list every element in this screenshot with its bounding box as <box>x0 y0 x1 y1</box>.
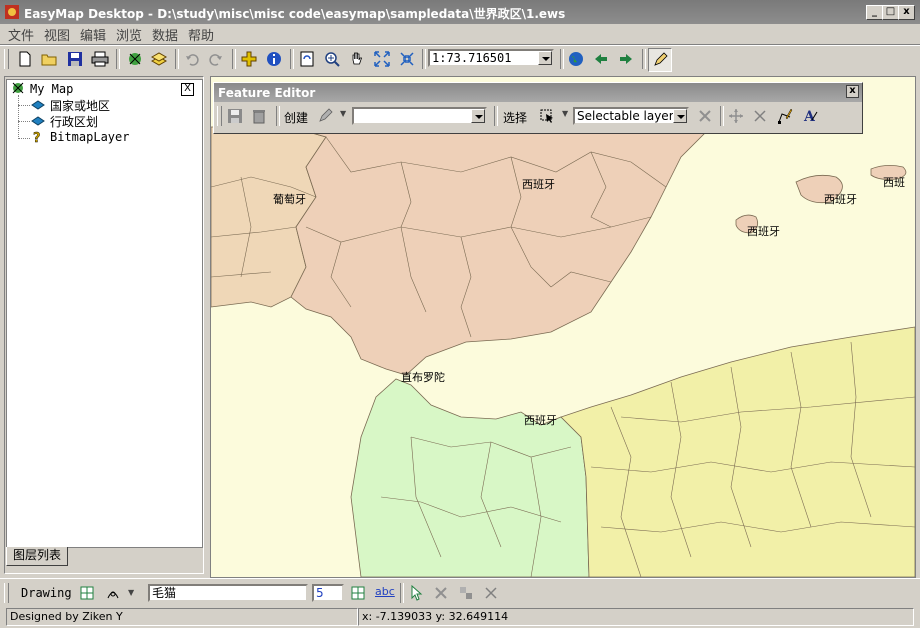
pan-hand-icon[interactable] <box>346 48 368 70</box>
chevron-down-icon[interactable] <box>673 109 687 123</box>
selectable-layers-combo[interactable]: Selectable layers <box>573 107 689 125</box>
minimize-button[interactable]: _ <box>866 5 883 20</box>
select-arrow-icon[interactable] <box>536 105 558 127</box>
edit-vertices-icon[interactable] <box>774 105 796 127</box>
save-icon[interactable] <box>64 48 86 70</box>
delete-feature-icon[interactable] <box>749 105 771 127</box>
polygon-layer-icon <box>31 116 45 126</box>
selectable-layers-value: Selectable layers <box>577 109 680 123</box>
map-label-spain-ibiza: 西班牙 <box>747 225 780 238</box>
menu-data[interactable]: 数据 <box>152 25 178 44</box>
grid-icon[interactable] <box>76 582 98 604</box>
edit-pencil-icon[interactable] <box>648 48 672 72</box>
font-size-input[interactable]: 5 <box>312 584 344 602</box>
feature-editor-title: Feature Editor <box>218 86 316 100</box>
tree-item-admin-regions[interactable]: 行政区划 <box>50 113 98 130</box>
question-layer-icon: ? <box>33 131 41 144</box>
abc-text-icon[interactable]: abc <box>375 585 395 598</box>
layers-icon[interactable] <box>148 48 170 70</box>
main-toolbar: 1:73.716501 <box>0 46 920 72</box>
redo-icon[interactable] <box>205 48 227 70</box>
map-root-icon <box>12 82 24 94</box>
refresh-icon[interactable] <box>296 48 318 70</box>
new-file-icon[interactable] <box>14 48 36 70</box>
feature-editor-window: Feature Editor x 创建 ▼ 选择 ▼ Selectable la… <box>213 82 863 134</box>
save-edits-icon[interactable] <box>224 105 246 127</box>
svg-text:?: ? <box>33 131 41 144</box>
create-label: 创建 <box>284 111 309 125</box>
undo-icon[interactable] <box>181 48 203 70</box>
menu-help[interactable]: 帮助 <box>188 25 214 44</box>
open-folder-icon[interactable] <box>39 48 61 70</box>
pointer-icon[interactable] <box>405 582 427 604</box>
delete-icon[interactable] <box>480 582 502 604</box>
window-title: EasyMap Desktop - D:\study\misc\misc cod… <box>24 7 566 21</box>
font-size-value: 5 <box>316 586 324 600</box>
info-icon[interactable] <box>263 48 285 70</box>
maximize-button[interactable]: □ <box>882 5 899 20</box>
feature-editor-close-button[interactable]: x <box>846 85 859 98</box>
menu-browse[interactable]: 浏览 <box>116 25 142 44</box>
text-input-value: 毛猫 <box>152 586 177 600</box>
drawing-label: Drawing <box>21 586 72 600</box>
chevron-down-icon[interactable] <box>538 51 552 65</box>
forward-arrow-icon[interactable] <box>615 48 637 70</box>
title-bar: EasyMap Desktop - D:\study\misc\misc cod… <box>0 0 920 24</box>
map-label-spain-mallorca: 西班牙 <box>824 193 857 206</box>
scale-value: 1:73.716501 <box>432 51 512 65</box>
status-coordinates: x: -7.139033 y: 32.649114 <box>358 608 914 626</box>
map-label-spain: 西班牙 <box>522 178 555 191</box>
zoom-in-icon[interactable] <box>321 48 343 70</box>
layer-tree: X My Map 国家或地区 行政区划 ? BitmapLayer <box>6 79 203 548</box>
polygon-layer-icon <box>31 100 45 110</box>
tree-item-my-map[interactable]: My Map <box>30 82 73 96</box>
scale-combo[interactable]: 1:73.716501 <box>428 49 554 67</box>
menu-edit[interactable]: 编辑 <box>80 25 106 44</box>
status-designer: Designed by Ziken Y <box>6 608 358 626</box>
add-layer-icon[interactable] <box>238 48 260 70</box>
map-label-portugal: 葡萄牙 <box>273 193 306 206</box>
map-label-spain-ceuta: 西班牙 <box>524 414 557 427</box>
rotate-icon[interactable] <box>430 582 452 604</box>
map-label-gibraltar: 直布罗陀 <box>401 371 445 384</box>
font-style-icon[interactable] <box>102 582 124 604</box>
map-canvas[interactable] <box>211 77 915 577</box>
menu-file[interactable]: 文件 <box>8 25 34 44</box>
chevron-down-icon[interactable]: ▼ <box>128 588 134 597</box>
map-region-algeria <box>560 326 915 577</box>
close-button[interactable]: x <box>898 5 915 20</box>
tree-item-countries[interactable]: 国家或地区 <box>50 97 110 114</box>
map-view[interactable]: 葡萄牙 西班牙 西班牙 西班牙 西班 直布罗陀 西班牙 <box>210 76 916 578</box>
feature-editor-titlebar[interactable]: Feature Editor x <box>214 83 862 102</box>
panel-close-button[interactable]: X <box>181 83 194 96</box>
move-icon[interactable] <box>725 105 747 127</box>
map-region-morocco <box>350 378 590 577</box>
tree-item-bitmap-layer[interactable]: BitmapLayer <box>50 130 129 144</box>
back-arrow-icon[interactable] <box>590 48 612 70</box>
zoom-extent-icon[interactable] <box>396 48 418 70</box>
trash-icon[interactable] <box>248 105 270 127</box>
map-region-spain <box>290 126 712 376</box>
clear-selection-icon[interactable] <box>694 105 716 127</box>
menu-view[interactable]: 视图 <box>44 25 70 44</box>
full-extent-icon[interactable] <box>371 48 393 70</box>
sketch-pencil-icon[interactable] <box>314 105 336 127</box>
layer-tree-icon[interactable] <box>124 48 146 70</box>
chevron-down-icon[interactable] <box>471 109 485 123</box>
menu-bar: 文件 视图 编辑 浏览 数据 帮助 <box>0 24 920 44</box>
text-input[interactable]: 毛猫 <box>148 584 308 602</box>
grid-icon[interactable] <box>347 582 369 604</box>
tab-layer-list[interactable]: 图层列表 <box>6 547 68 566</box>
target-layer-combo[interactable] <box>352 107 487 125</box>
label-text-icon[interactable]: A <box>799 105 821 127</box>
group-icon[interactable] <box>455 582 477 604</box>
chevron-down-icon[interactable]: ▼ <box>340 109 346 118</box>
globe-icon[interactable] <box>565 48 587 70</box>
print-icon[interactable] <box>89 48 111 70</box>
app-icon <box>5 5 19 19</box>
chevron-down-icon[interactable]: ▼ <box>562 109 568 118</box>
map-label-spain-menorca: 西班 <box>883 176 905 189</box>
select-label: 选择 <box>503 111 528 125</box>
drawing-toolbar: Drawing ▼ 毛猫 5 abc <box>0 580 920 606</box>
